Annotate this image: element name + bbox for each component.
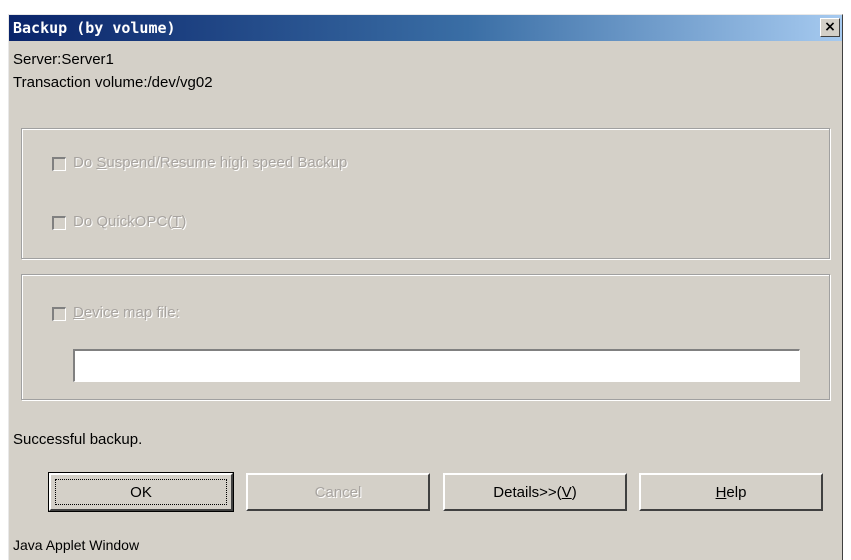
details-button-label: Details>>(V) [493,484,577,501]
focus-rectangle [55,479,227,505]
title-bar[interactable]: Backup (by volume) × [9,15,842,41]
suspend-resume-label: Do Suspend/Resume high speed Backup [73,154,348,171]
cancel-button[interactable]: Cancel [246,473,430,511]
backup-dialog: Backup (by volume) × Server:Server1 Tran… [8,14,843,560]
suspend-resume-checkbox[interactable] [52,157,66,171]
server-label: Server:Server1 [13,51,114,68]
help-button-label: Help [715,484,747,501]
dialog-title: Backup (by volume) [13,19,176,37]
device-map-label: Device map file: [73,304,180,321]
quickopc-label: Do QuickOPC(T) [73,213,187,230]
help-button[interactable]: Help [639,473,823,511]
details-button[interactable]: Details>>(V) [443,473,627,511]
backup-options-group: Do Suspend/Resume high speed Backup Do Q… [21,128,830,259]
transaction-volume-label: Transaction volume:/dev/vg02 [13,74,213,91]
status-message: Successful backup. [13,431,143,448]
java-applet-window-label: Java Applet Window [13,537,140,553]
quickopc-checkbox[interactable] [52,216,66,230]
ok-button[interactable]: OK [48,472,234,512]
close-icon: × [824,19,836,35]
cancel-button-label: Cancel [314,484,362,501]
close-button[interactable]: × [820,18,840,37]
device-map-checkbox[interactable] [52,307,66,321]
device-map-file-input[interactable] [73,349,800,382]
